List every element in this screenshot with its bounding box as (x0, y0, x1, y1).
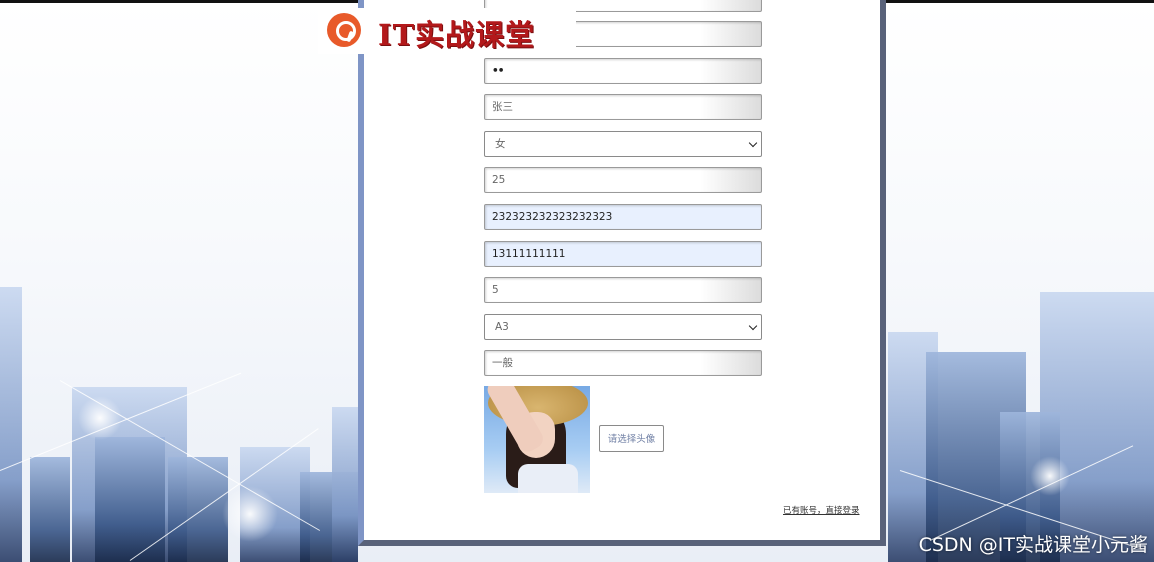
gender-select-value: 女 (495, 138, 506, 150)
logo-text: IT实战课堂 (378, 18, 536, 52)
category-input[interactable]: 一般 (484, 350, 762, 376)
id-number-input[interactable]: 232323232323232323 (484, 204, 762, 230)
phone-input[interactable]: 13111111111 (484, 241, 762, 267)
login-link[interactable]: 已有账号，直接登录 (783, 504, 860, 516)
light-glow (222, 486, 278, 542)
choose-avatar-button[interactable]: 请选择头像 (599, 425, 664, 452)
level-select[interactable]: A3 (484, 314, 762, 340)
gender-select[interactable]: 女 (484, 131, 762, 157)
age-input[interactable]: 25 (484, 167, 762, 193)
avatar-preview (484, 386, 590, 493)
password-input[interactable]: •• (484, 58, 762, 84)
building (0, 287, 22, 562)
building (30, 457, 70, 562)
level-select-value: A3 (495, 321, 509, 333)
site-logo: IT实战课堂 (318, 8, 576, 54)
number-input[interactable]: 5 (484, 277, 762, 303)
logo-icon (327, 13, 361, 47)
watermark: CSDN @IT实战课堂小元酱 (918, 534, 1148, 556)
name-input[interactable]: 张三 (484, 94, 762, 120)
chevron-down-icon (748, 321, 758, 331)
building (332, 407, 358, 562)
chevron-down-icon (748, 138, 758, 148)
avatar-shirt (518, 464, 578, 493)
